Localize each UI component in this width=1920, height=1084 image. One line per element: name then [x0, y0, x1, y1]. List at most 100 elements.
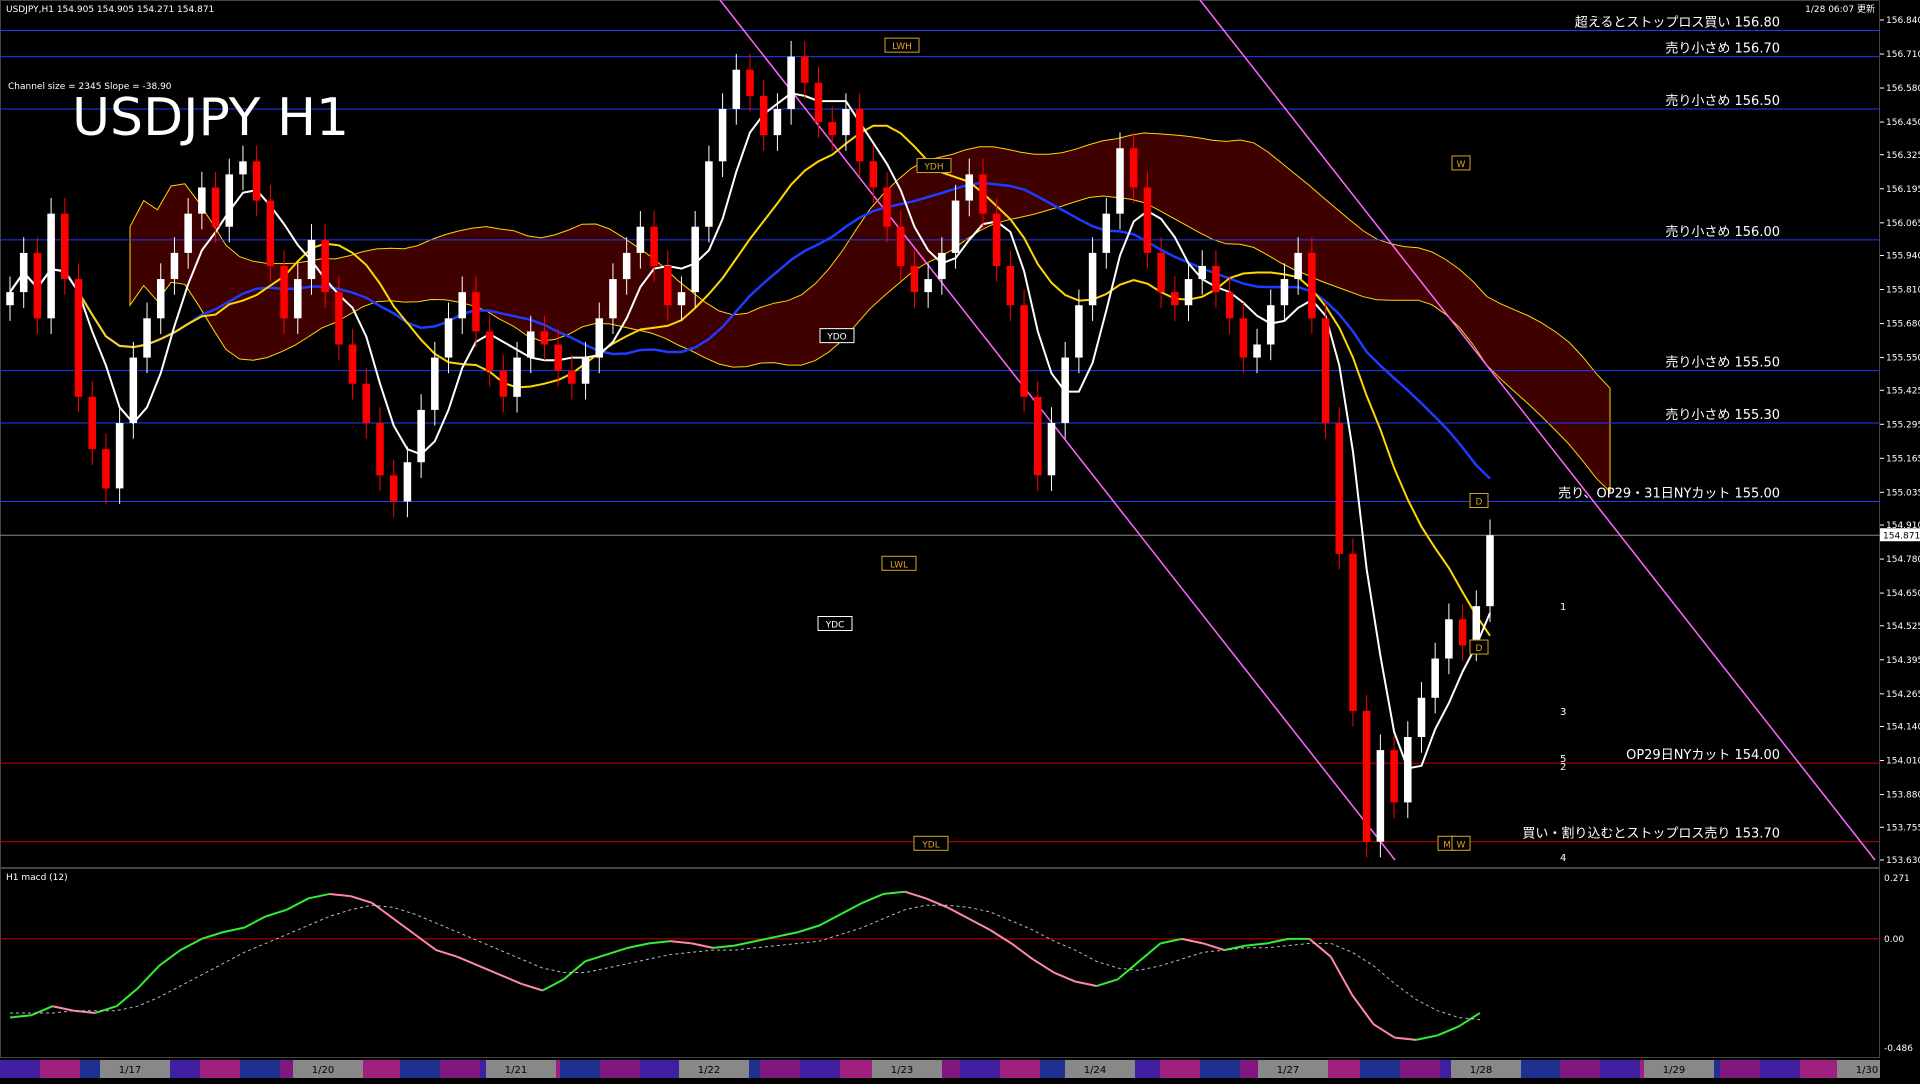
date-tick-label: 1/27	[1277, 1065, 1299, 1076]
candle-body	[855, 108, 864, 162]
candle-body	[1472, 606, 1481, 646]
projection-label: 4	[1560, 853, 1566, 864]
candle-body	[307, 239, 316, 280]
candle-body	[280, 265, 288, 319]
candle-body	[595, 318, 604, 358]
axis-tick-label: 156.840	[1886, 16, 1920, 26]
level-label: 売り小さめ 156.50	[1665, 93, 1780, 109]
candle-body	[444, 318, 453, 358]
candle-body	[88, 396, 96, 450]
candle-body	[773, 108, 782, 136]
marker-label: YDH	[923, 163, 943, 173]
date-strip-segment	[1720, 1060, 1760, 1078]
candle-body	[965, 174, 974, 201]
date-strip-segment	[600, 1060, 640, 1078]
axis-tick-label: 154.010	[1886, 757, 1920, 767]
candle-body	[910, 265, 919, 293]
candle-body	[74, 279, 83, 397]
level-label: OP29日NYカット 154.00	[1626, 748, 1780, 763]
date-strip-segment	[1400, 1060, 1440, 1078]
date-strip-segment	[1000, 1060, 1040, 1078]
macd-panel[interactable]: H1 macd (12) 0.271 0.00 -0.486	[0, 868, 1920, 1058]
date-strip-segment	[200, 1060, 240, 1078]
candle-body	[1431, 658, 1439, 698]
candle-body	[1390, 750, 1398, 803]
axis-tick-label: 155.810	[1886, 286, 1920, 296]
level-label: 買い・割り込むとストップロス売り 153.70	[1522, 826, 1780, 842]
candle-body	[828, 122, 836, 136]
candle-body	[664, 265, 672, 306]
candle-body	[554, 344, 562, 371]
marker-label: W	[1457, 840, 1466, 850]
date-strip-segment	[1160, 1060, 1200, 1078]
price-chart-panel[interactable]: 超えるとストップロス買い 156.80 売り小さめ 156.70 売り小さめ 156…	[0, 0, 1920, 868]
macd-chart[interactable]: H1 macd (12) 0.271 0.00 -0.486	[0, 868, 1920, 1058]
level-label: 売り小さめ 156.70	[1665, 41, 1780, 57]
date-strip-segment	[1800, 1060, 1840, 1078]
candle-body	[540, 331, 549, 345]
marker-label: YDC	[825, 620, 845, 630]
marker-label: M	[1443, 840, 1451, 850]
date-strip-segment	[560, 1060, 600, 1078]
date-strip-segment	[1560, 1060, 1600, 1078]
date-tick-label: 1/30	[1856, 1065, 1878, 1076]
marker-label: D	[1476, 644, 1483, 654]
candle-body	[1006, 265, 1015, 306]
candle-body	[896, 226, 905, 266]
candle-body	[1212, 265, 1220, 293]
candle-body	[225, 174, 234, 227]
candle-body	[1458, 619, 1467, 646]
candle-body	[1129, 148, 1138, 188]
level-label: 売り小さめ 155.50	[1665, 355, 1780, 371]
candle-body	[609, 279, 617, 319]
date-tick-label: 1/17	[119, 1065, 141, 1076]
candle-body	[6, 292, 14, 306]
candle-body	[33, 252, 42, 319]
axis-tick-label: 154.780	[1886, 555, 1920, 565]
date-tick-label: 1/20	[312, 1065, 334, 1076]
candle-body	[581, 357, 590, 384]
candle-body	[1266, 305, 1275, 345]
candle-body	[951, 200, 960, 253]
axis-tick-label: 153.755	[1886, 823, 1920, 833]
candle-body	[19, 252, 28, 293]
candle-body	[335, 292, 343, 345]
candle-body	[1349, 553, 1357, 711]
axis-tick-label: 153.630	[1886, 856, 1920, 866]
date-strip-segment	[240, 1060, 280, 1078]
candle-body	[1075, 305, 1083, 358]
date-strip-segment	[360, 1060, 400, 1078]
macd-plot-area	[0, 868, 1880, 1058]
level-label: 売り小さめ 155.30	[1665, 407, 1780, 423]
axis-tick-label: 156.580	[1886, 84, 1920, 94]
candle-body	[1321, 318, 1330, 423]
axis-tick-label: 155.295	[1886, 420, 1920, 430]
date-tick-label: 1/28	[1470, 1065, 1492, 1076]
candle-body	[170, 252, 179, 280]
candle-body	[1239, 318, 1248, 358]
candle-body	[568, 370, 576, 384]
candle-body	[211, 187, 220, 227]
symbol-info: USDJPY,H1 154.905 154.905 154.271 154.87…	[6, 5, 214, 15]
candle-body	[102, 449, 110, 489]
candle-body	[417, 409, 425, 463]
candle-body	[252, 161, 261, 201]
axis-tick-label: 156.195	[1886, 185, 1920, 195]
candle-body	[1253, 344, 1261, 358]
date-strip-segment	[40, 1060, 80, 1078]
candle-body	[239, 161, 247, 175]
macd-axis-label: -0.486	[1884, 1044, 1913, 1054]
candle-body	[47, 213, 55, 319]
date-strip-segment	[800, 1060, 840, 1078]
candle-body	[1362, 710, 1371, 842]
macd-axis-label: 0.00	[1884, 935, 1904, 945]
candle-body	[198, 187, 206, 214]
candle-body	[1116, 148, 1124, 214]
candle-body	[472, 292, 480, 332]
candle-body	[1198, 265, 1206, 280]
candle-body	[485, 331, 494, 371]
candle-body	[403, 462, 412, 502]
date-tick-label: 1/22	[698, 1065, 720, 1076]
price-chart[interactable]: 超えるとストップロス買い 156.80 売り小さめ 156.70 売り小さめ 156…	[0, 0, 1920, 868]
candle-body	[1225, 292, 1234, 319]
